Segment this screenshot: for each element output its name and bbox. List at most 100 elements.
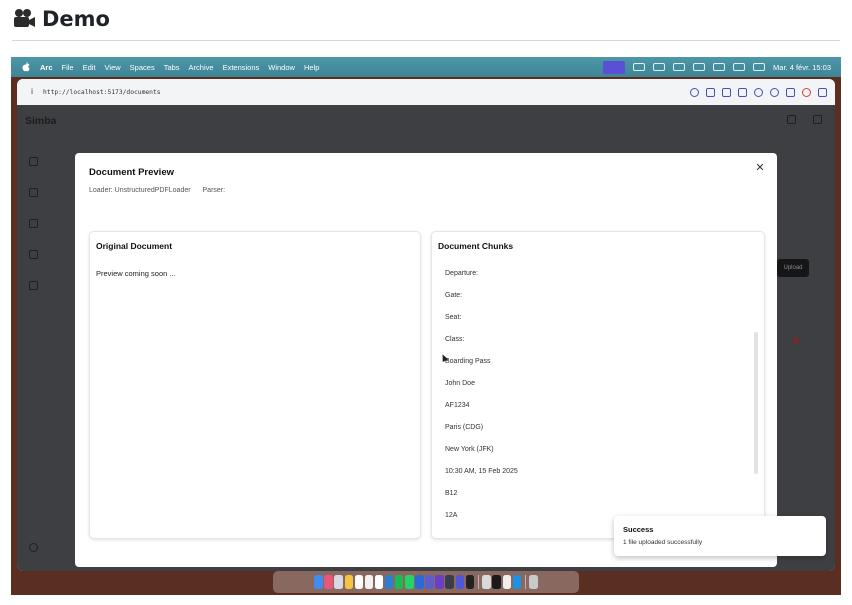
screen-recording: Arc File Edit View Spaces Tabs Archive E… [11, 57, 841, 595]
chunk-item: New York (JFK) [445, 446, 494, 453]
screen-record-icon[interactable] [603, 60, 626, 74]
page-heading: Demo [12, 4, 110, 34]
mac-dock [273, 571, 579, 593]
documents-icon[interactable] [29, 188, 38, 197]
chunk-item: Class: [445, 336, 465, 343]
toast-message: 1 file uploaded successfully [623, 539, 703, 546]
menu-file[interactable]: File [62, 63, 74, 72]
chunk-item: 10:30 AM, 15 Feb 2025 [445, 468, 518, 475]
success-toast: Success 1 file uploaded successfully [614, 516, 826, 556]
dock-notes-icon[interactable] [344, 575, 353, 589]
window-icon[interactable] [653, 63, 666, 71]
dock-vscode-icon[interactable] [384, 575, 394, 589]
dock-whatsapp-icon[interactable] [405, 575, 414, 589]
reader-icon[interactable] [706, 87, 715, 97]
divider [12, 40, 840, 41]
apple-icon[interactable] [21, 62, 31, 72]
chunk-list[interactable]: Departure: Gate: Seat: Class: Boarding P… [445, 263, 745, 527]
dock-arc-icon[interactable] [324, 575, 333, 589]
notification-icon[interactable] [787, 115, 796, 124]
panel-title: Document Chunks [438, 241, 514, 251]
mac-menubar: Arc File Edit View Spaces Tabs Archive E… [11, 57, 841, 77]
menu-archive[interactable]: Archive [189, 63, 214, 72]
search-icon[interactable] [733, 63, 746, 71]
chunk-item: Paris (CDG) [445, 424, 484, 431]
menu-view[interactable]: View [105, 63, 121, 72]
camera-icon[interactable] [722, 87, 731, 97]
link-icon[interactable] [690, 87, 699, 97]
menu-window[interactable]: Window [268, 63, 295, 72]
collapse-icon[interactable] [813, 115, 822, 124]
dock-spotify-icon[interactable] [394, 575, 404, 589]
dock-word-icon[interactable] [415, 575, 424, 589]
close-icon[interactable]: ✕ [753, 161, 767, 175]
chunk-item: John Doe [445, 380, 475, 387]
dock-launchpad-icon[interactable] [334, 575, 343, 589]
pen-icon[interactable] [29, 250, 38, 259]
modal-title: Document Preview [89, 167, 174, 178]
browser-window: i http://localhost:5173/documents Simba [17, 79, 835, 571]
info-icon[interactable]: i [27, 87, 37, 97]
original-document-panel: Original Document Preview coming soon ..… [89, 231, 421, 539]
dock-claude-icon[interactable] [502, 575, 511, 589]
movie-camera-icon [14, 9, 35, 27]
chunk-item: Gate: [445, 292, 463, 299]
menu-edit[interactable]: Edit [83, 63, 96, 72]
menu-help[interactable]: Help [304, 63, 319, 72]
record-icon[interactable] [802, 87, 811, 97]
document-preview-modal: Document Preview Loader: UnstructuredPDF… [75, 153, 777, 567]
scrollbar[interactable] [754, 332, 758, 474]
app-background: Simba Upload Document Preview Loader: Un… [17, 105, 835, 571]
dock-notion-icon[interactable] [374, 575, 384, 589]
menu-app-name[interactable]: Arc [40, 63, 53, 72]
dock-trash-icon[interactable] [529, 575, 538, 589]
address-bar: i http://localhost:5173/documents [17, 79, 835, 105]
power-icon[interactable] [29, 543, 38, 552]
dock-separator [477, 575, 479, 589]
document-chunks-panel: Document Chunks Departure: Gate: Seat: C… [431, 231, 765, 539]
dock-finder-icon[interactable] [314, 575, 323, 589]
wifi-icon[interactable] [713, 63, 726, 71]
chunk-item: Seat: [445, 314, 462, 321]
dock-teams-icon[interactable] [425, 575, 434, 589]
toast-title: Success [623, 525, 654, 534]
dock-calendar-icon[interactable] [354, 575, 364, 589]
url-text[interactable]: http://localhost:5173/documents [43, 89, 161, 96]
menu-extensions[interactable]: Extensions [223, 63, 260, 72]
upload-button: Upload [777, 259, 809, 277]
dock-separator [524, 575, 526, 589]
parser-label: Parser: [202, 187, 226, 194]
status-tray: Mar. 4 févr. 15:03 [603, 57, 831, 77]
home-icon[interactable] [29, 157, 38, 166]
mail-icon[interactable] [738, 87, 747, 97]
target-icon[interactable] [770, 87, 779, 97]
keyboard-icon[interactable] [673, 63, 686, 71]
chunk-item: AF1234 [445, 402, 470, 409]
dock-obsidian-icon[interactable] [435, 575, 444, 589]
delete-icon [793, 337, 799, 344]
panel-title: Original Document [96, 241, 173, 251]
control-center-icon[interactable] [753, 63, 766, 71]
menu-spaces[interactable]: Spaces [130, 63, 155, 72]
menu-tabs[interactable]: Tabs [164, 63, 180, 72]
link-nav-icon[interactable] [29, 219, 38, 228]
chunk-item: Departure: [445, 270, 479, 277]
grid-icon[interactable] [29, 281, 38, 290]
preview-text: Preview coming soon ... [96, 269, 176, 278]
dock-stack-icon[interactable] [482, 575, 491, 589]
battery-icon[interactable] [693, 63, 706, 71]
dock-docker-icon[interactable] [512, 575, 522, 589]
settings-icon[interactable] [754, 87, 763, 97]
chunk-item: Boarding Pass [445, 358, 491, 365]
dock-cursor-icon[interactable] [445, 575, 454, 589]
dock-linear-icon[interactable] [455, 575, 465, 589]
loader-label: Loader: UnstructuredPDFLoader [89, 187, 191, 194]
dock-terminal-icon[interactable] [465, 575, 475, 589]
menubar-clock[interactable]: Mar. 4 févr. 15:03 [773, 63, 831, 72]
dock-github-icon[interactable] [492, 575, 501, 589]
sidebar-toggle-icon[interactable] [818, 87, 827, 97]
modal-meta: Loader: UnstructuredPDFLoader Parser: [89, 187, 225, 194]
dock-music-icon[interactable] [364, 575, 374, 589]
hand-icon[interactable] [633, 63, 646, 71]
code-icon[interactable] [786, 87, 795, 97]
